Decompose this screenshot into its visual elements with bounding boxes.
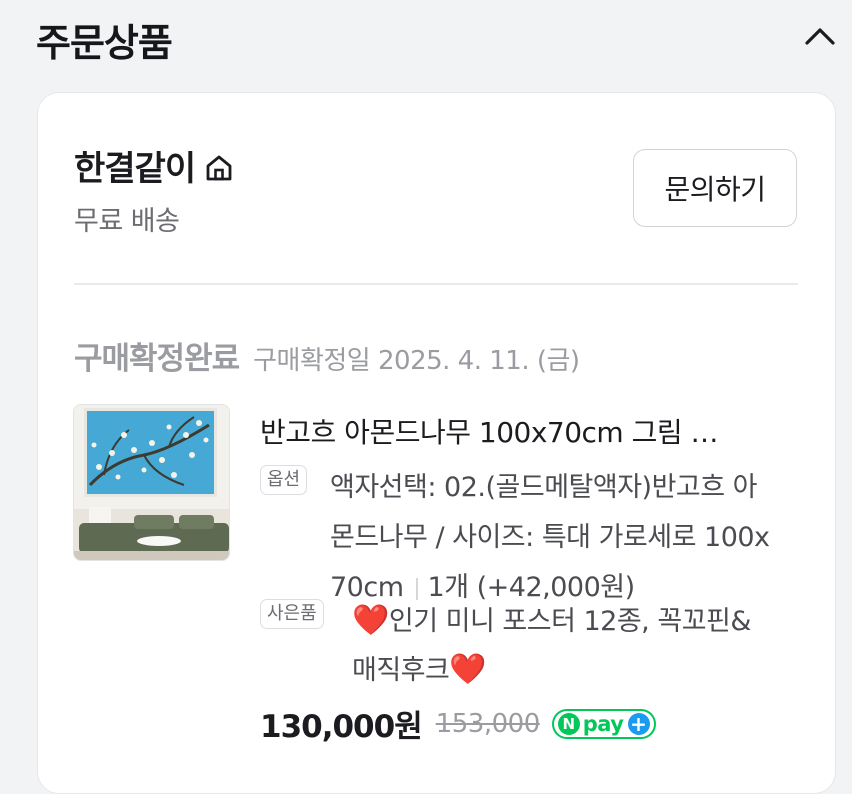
seller-row: 한결같이: [74, 141, 235, 190]
price-row: 130,000원 153,000 N pay +: [260, 701, 656, 746]
npay-label: pay: [582, 711, 624, 736]
option-line: 몬드나무 / 사이즈: 특대 가로세로 100x: [330, 522, 770, 553]
plus-icon: +: [627, 712, 650, 735]
gift-line-text: 매직후크: [352, 655, 450, 686]
heart-icon: ❤️: [449, 652, 487, 687]
heart-icon: ❤️: [352, 603, 389, 638]
gift-tag: 사은품: [260, 599, 324, 629]
order-product-card: 한결같이 무료 배송 문의하기 구매확정완료 구매확정일 2025. 4. 11…: [37, 92, 836, 794]
option-tag: 옵션: [260, 465, 308, 495]
order-status-row: 구매확정완료 구매확정일 2025. 4. 11. (금): [74, 333, 580, 378]
seller-name[interactable]: 한결같이: [74, 141, 196, 190]
confirm-date: 구매확정일 2025. 4. 11. (금): [253, 346, 580, 376]
product-thumbnail[interactable]: [73, 404, 230, 561]
collapse-button[interactable]: [800, 16, 840, 56]
product-name[interactable]: 반고흐 아몬드나무 100x70cm 그림 …: [260, 411, 800, 451]
inquiry-button[interactable]: 문의하기: [633, 149, 797, 227]
option-line: 액자선택: 02.(골드메탈액자)반고흐 아: [330, 472, 758, 503]
divider: [74, 283, 798, 285]
npay-plus-badge: N pay +: [551, 708, 656, 739]
gift-line-text: 인기 미니 포스터 12종, 꼭꼬핀&: [388, 606, 752, 637]
shipping-info: 무료 배송: [74, 206, 180, 237]
chevron-up-icon: [805, 28, 835, 45]
option-text: 액자선택: 02.(골드메탈액자)반고흐 아 몬드나무 / 사이즈: 특대 가로…: [330, 463, 810, 613]
sale-price: 130,000원: [260, 709, 423, 745]
npay-n-icon: N: [557, 712, 580, 735]
section-title: 주문상품: [36, 21, 173, 65]
gift-line: 매직후크❤️: [352, 646, 812, 695]
gift-text: ❤️인기 미니 포스터 12종, 꼭꼬핀& 매직후크❤️: [352, 597, 812, 695]
home-icon[interactable]: [203, 152, 235, 184]
order-status: 구매확정완료: [74, 341, 240, 377]
gift-line: ❤️인기 미니 포스터 12종, 꼭꼬핀&: [352, 597, 812, 646]
original-price: 153,000: [435, 708, 541, 739]
